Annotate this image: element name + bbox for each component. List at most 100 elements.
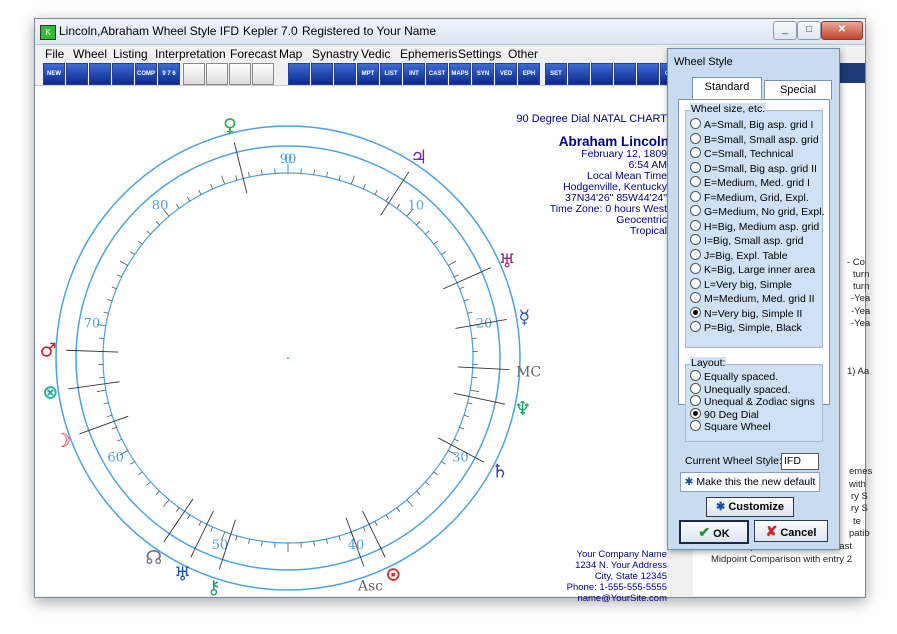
tab-standard[interactable]: Standard xyxy=(692,77,762,100)
toolbar-button-3[interactable] xyxy=(89,63,111,85)
radio-icon xyxy=(690,205,701,216)
toolbar-button-12[interactable] xyxy=(311,63,333,85)
dial-tick xyxy=(385,514,390,520)
toolbar-button-22[interactable]: SET xyxy=(545,63,567,85)
dial-tick xyxy=(425,481,430,486)
planet-marker-line xyxy=(454,392,506,405)
size-option-l[interactable]: L=Very big, Simple xyxy=(690,277,792,292)
window-title: Lincoln,Abraham Wheel Style IFD xyxy=(59,24,240,38)
size-option-b[interactable]: B=Small, Small asp. grid xyxy=(690,132,819,147)
close-button[interactable]: ✕ xyxy=(821,21,863,40)
menu-item-synastry[interactable]: Synastry xyxy=(312,47,359,61)
venus-icon: ♀ xyxy=(223,115,237,137)
toolbar-button-24[interactable] xyxy=(591,63,613,85)
company-line: 1234 N. Your Address xyxy=(575,560,667,571)
size-option-label: F=Medium, Grid, Expl. xyxy=(704,191,809,204)
toolbar-button-19[interactable]: SYN xyxy=(472,63,494,85)
tab-special[interactable]: Special xyxy=(764,80,832,100)
app-name: Kepler 7.0 xyxy=(243,24,298,38)
toolbar-button-11[interactable] xyxy=(288,63,310,85)
planet-marker-line xyxy=(380,171,410,216)
size-option-a[interactable]: A=Small, Big asp. grid I xyxy=(690,118,813,132)
toolbar-button-4[interactable] xyxy=(112,63,134,85)
toolbar-button-7[interactable] xyxy=(183,63,205,85)
size-option-m[interactable]: M=Medium, Med. grid II xyxy=(690,292,815,306)
size-option-o[interactable]: P=Big, Simple, Black xyxy=(690,321,802,335)
layout-option-label: Unequal & Zodiac signs xyxy=(704,396,815,408)
toolbar-button-14[interactable]: MPT xyxy=(357,63,379,85)
dial-degree-label: 20 xyxy=(476,316,493,331)
ok-button[interactable]: ✔ OK xyxy=(679,520,749,544)
toolbar-button-1[interactable]: NEW xyxy=(43,63,65,85)
company-line: name@YourSite.com xyxy=(577,593,667,604)
radio-icon xyxy=(690,219,701,231)
layout-option-5[interactable]: Square Wheel xyxy=(690,420,771,434)
dial-degree-label: 60 xyxy=(107,451,124,466)
toolbar-button-25[interactable] xyxy=(614,63,636,85)
menu-item-listing[interactable]: Listing xyxy=(113,47,148,61)
size-option-f[interactable]: F=Medium, Grid, Expl. xyxy=(690,190,809,205)
dial-tick xyxy=(117,274,122,278)
toolbar-button-13[interactable] xyxy=(334,63,356,85)
size-option-c[interactable]: C=Small, Technical xyxy=(690,147,793,161)
radio-icon xyxy=(690,118,701,129)
size-option-d[interactable]: D=Small, Big asp. grid II xyxy=(690,161,817,176)
menu-item-map[interactable]: Map xyxy=(279,47,302,61)
dial-tick xyxy=(130,251,135,255)
toolbar-button-5[interactable]: COMP xyxy=(135,63,157,85)
menu-item-settings[interactable]: Settings xyxy=(458,47,501,61)
wheel-size-group: Wheel size, etc. A=Small, Big asp. grid … xyxy=(685,103,825,348)
menu-item-vedic[interactable]: Vedic xyxy=(361,47,390,61)
menu-item-other[interactable]: Other xyxy=(508,47,538,61)
radio-icon xyxy=(690,176,701,187)
menu-item-forecast[interactable]: Forecast xyxy=(230,47,277,61)
toolbar-button-16[interactable]: INT xyxy=(403,63,425,85)
toolbar-button-18[interactable]: MAPS xyxy=(449,63,471,85)
toolbar-button-26[interactable] xyxy=(637,63,659,85)
menu-item-ephemeris[interactable]: Ephemeris xyxy=(400,47,457,61)
make-default-button[interactable]: ✱ Make this the new default xyxy=(680,472,820,492)
maximize-button[interactable]: □ xyxy=(797,21,821,40)
size-option-h[interactable]: H=Big, Medium asp. grid xyxy=(690,219,819,234)
size-option-e[interactable]: E=Medium, Med. grid I xyxy=(690,176,810,190)
customize-button[interactable]: ✱ Customize xyxy=(706,497,794,517)
point-label: MC xyxy=(516,365,541,381)
toolbar-button-23[interactable] xyxy=(568,63,590,85)
toolbar-button-17[interactable]: CAST xyxy=(426,63,448,85)
dial-tick xyxy=(103,311,109,314)
menu-item-file[interactable]: File xyxy=(45,47,64,61)
dial-tick xyxy=(362,526,366,532)
toolbar-button-2[interactable] xyxy=(66,63,88,85)
toolbar-button-20[interactable]: VED xyxy=(495,63,517,85)
toolbar-button-15[interactable]: LIST xyxy=(380,63,402,85)
toolbar-button-10[interactable] xyxy=(252,63,274,85)
size-option-k[interactable]: K=Big, Large inner area xyxy=(690,263,815,277)
menu-item-wheel[interactable]: Wheel xyxy=(73,47,107,61)
toolbar-button-8[interactable] xyxy=(206,63,228,85)
size-option-g[interactable]: G=Medium, No grid, Expl. xyxy=(690,205,825,219)
radio-icon xyxy=(690,292,701,303)
dial-tick xyxy=(433,240,438,245)
menu-item-interpretation[interactable]: Interpretation xyxy=(155,47,226,61)
panel-fragment-text: Midpoint Comparison with entry 2 xyxy=(711,554,852,565)
sun-icon: ⊙ xyxy=(385,564,401,586)
size-option-j[interactable]: J=Big, Expl. Table xyxy=(690,248,788,263)
toolbar-button-6[interactable]: 9 7 6 xyxy=(158,63,180,85)
dialog-title: Wheel Style xyxy=(674,56,733,68)
dial-tick xyxy=(385,196,390,202)
minimize-button[interactable]: _ xyxy=(773,21,797,40)
dial-tick xyxy=(454,274,459,278)
dial-tick xyxy=(146,230,151,235)
app-icon[interactable]: K xyxy=(40,25,56,40)
dial-tick xyxy=(326,172,328,178)
toolbar-button-21[interactable]: EPH xyxy=(518,63,540,85)
toolbar-button-9[interactable] xyxy=(229,63,251,85)
size-option-n[interactable]: N=Very big, Simple II xyxy=(690,306,802,321)
dial-tick xyxy=(374,521,378,526)
current-style-input[interactable]: IFD xyxy=(781,453,819,470)
cancel-button[interactable]: ✘ Cancel xyxy=(754,520,828,542)
size-option-i[interactable]: I=Big, Small asp. grid xyxy=(690,234,804,248)
part-of-fortune-icon: ⊗ xyxy=(42,381,58,403)
dial-tick xyxy=(248,538,250,544)
make-default-label: Make this the new default xyxy=(696,476,816,488)
